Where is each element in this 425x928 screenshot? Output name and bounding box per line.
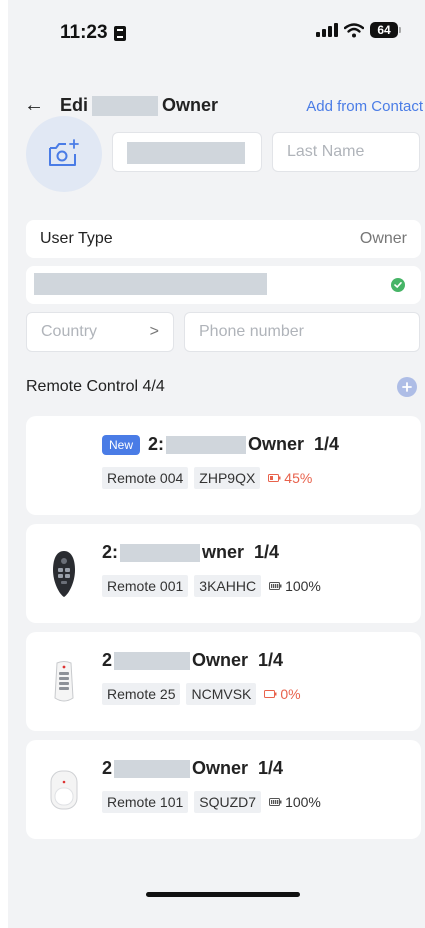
remote-name-tag: Remote 004 [102, 467, 189, 489]
redacted-first-name [127, 142, 245, 164]
remote-tags: Remote 25 NCMVSK 0% [102, 683, 301, 705]
signal-icon [316, 23, 338, 37]
wifi-icon [344, 22, 364, 37]
status-time: 11:23 [60, 22, 126, 44]
status-bar: 11:23 64 [8, 0, 425, 70]
remote-control-section-title: Remote Control 4/4 [26, 378, 165, 395]
user-type-value: Owner [359, 230, 407, 247]
remote-count: 1/4 [258, 758, 284, 778]
remote-title: 2: wner 1/4 [102, 542, 279, 563]
battery-empty-icon [264, 690, 277, 698]
avatar-upload-button[interactable] [26, 116, 102, 192]
remote-tags: Remote 004 ZHP9QX 45% [102, 467, 312, 489]
white-button-remote-icon [54, 661, 74, 702]
add-remote-button[interactable] [397, 377, 417, 397]
page-title-prefix: Edi [60, 95, 89, 115]
redacted-user-name [114, 651, 191, 670]
remote-user-suffix: Owner [192, 758, 249, 778]
remote-title: 2 Owner 1/4 [102, 758, 283, 779]
remote-count: 1/4 [258, 650, 284, 670]
page-title-suffix: Owner [162, 95, 219, 115]
remote-battery-value: 100% [285, 794, 321, 810]
remote-user-prefix: 2 [102, 758, 113, 778]
remote-battery-value: 100% [285, 578, 321, 594]
remote-user-suffix: Owner [248, 434, 305, 454]
remote-code-tag: ZHP9QX [194, 467, 261, 489]
edit-owner-screen: 11:23 64 ← Edi Owner Add from Contact La… [8, 0, 425, 928]
phone-placeholder: Phone number [199, 323, 304, 340]
status-icons: 64 [316, 22, 401, 38]
verified-check-icon [391, 278, 405, 292]
remote-battery: 100% [267, 578, 321, 594]
redacted-name [92, 95, 159, 116]
phone-number-input[interactable]: Phone number [184, 312, 420, 352]
user-type-row[interactable]: User Type Owner [26, 220, 421, 258]
remote-count: 1/4 [314, 434, 340, 454]
redacted-email [34, 273, 267, 295]
remote-tags: Remote 001 3KAHHC 100% [102, 575, 321, 597]
chevron-right-icon: > [149, 323, 159, 340]
back-arrow-icon[interactable]: ← [24, 94, 44, 117]
remote-user-prefix: 2 [102, 650, 113, 670]
remote-card[interactable]: 2: wner 1/4 Remote 001 3KAHHC 100% [26, 524, 421, 623]
remote-user-suffix: wner [202, 542, 245, 562]
remote-battery: 0% [262, 686, 301, 702]
home-indicator[interactable] [146, 892, 300, 897]
plus-icon [402, 382, 412, 392]
remote-count: 1/4 [254, 542, 280, 562]
remote-battery: 100% [267, 794, 321, 810]
remote-title: New 2: Owner 1/4 [102, 434, 339, 455]
remote-battery: 45% [266, 470, 312, 486]
battery-full-icon [269, 582, 282, 590]
remote-battery-value: 0% [280, 686, 301, 702]
remote-code-tag: NCMVSK [186, 683, 257, 705]
last-name-placeholder: Last Name [287, 143, 365, 160]
remote-name-tag: Remote 101 [102, 791, 189, 813]
add-from-contact-link[interactable]: Add from Contact [306, 98, 423, 115]
remote-name-tag: Remote 001 [102, 575, 189, 597]
country-selector[interactable]: Country > [26, 312, 174, 352]
redacted-user-name [166, 435, 247, 454]
first-name-input[interactable] [112, 132, 262, 172]
battery-full-icon [269, 798, 282, 806]
remote-card[interactable]: 2 Owner 1/4 Remote 101 SQUZD7 100% [26, 740, 421, 839]
status-time-text: 11:23 [60, 22, 108, 43]
country-placeholder: Country [41, 323, 98, 340]
remote-user-prefix: 2: [148, 434, 165, 454]
remote-name-tag: Remote 25 [102, 683, 181, 705]
battery-icon: 64 [370, 22, 401, 38]
new-badge: New [102, 434, 141, 455]
redacted-user-name [120, 543, 201, 562]
battery-level: 64 [370, 22, 398, 38]
remote-user-prefix: 2: [102, 542, 119, 562]
remote-code-tag: 3KAHHC [194, 575, 262, 597]
remote-card[interactable]: 2 Owner 1/4 Remote 25 NCMVSK 0% [26, 632, 421, 731]
remote-card[interactable]: New 2: Owner 1/4 Remote 004 ZHP9QX 45% [26, 416, 421, 515]
email-field[interactable] [26, 266, 421, 304]
add-photo-camera-icon [49, 139, 79, 166]
user-type-label: User Type [40, 230, 113, 247]
white-pendant-remote-icon [50, 770, 78, 810]
battery-low-icon [268, 474, 281, 482]
remote-tags: Remote 101 SQUZD7 100% [102, 791, 321, 813]
remote-code-tag: SQUZD7 [194, 791, 262, 813]
black-keyfob-remote-icon [53, 551, 75, 597]
page-title: Edi Owner [60, 95, 218, 116]
remote-battery-value: 45% [284, 470, 313, 486]
redacted-user-name [114, 759, 191, 778]
last-name-input[interactable]: Last Name [272, 132, 420, 172]
sim-card-icon [113, 25, 126, 41]
remote-user-suffix: Owner [192, 650, 249, 670]
remote-title: 2 Owner 1/4 [102, 650, 283, 671]
